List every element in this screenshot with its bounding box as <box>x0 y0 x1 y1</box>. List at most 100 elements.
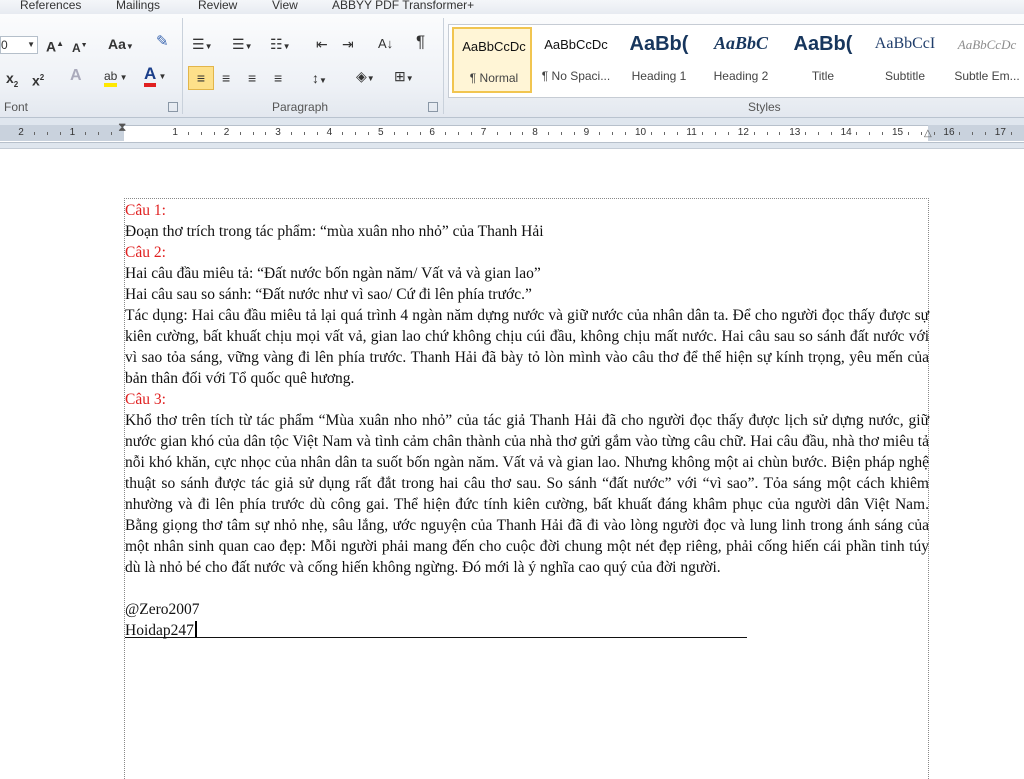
borders-icon[interactable]: ⊞▼ <box>394 68 414 87</box>
ruler-number: 4 <box>326 127 333 138</box>
style-heading-1[interactable]: AaBb( Heading 1 <box>619 27 699 93</box>
ruler-tick <box>766 132 768 135</box>
group-separator <box>182 18 183 114</box>
style-subtle-emphasis[interactable]: AaBbCcDc Subtle Em... <box>947 27 1024 93</box>
ruler-tick <box>406 132 408 135</box>
line-spacing-icon[interactable]: ↕▼ <box>312 70 327 89</box>
style-normal[interactable]: AaBbCcDc ¶ Normal <box>452 27 532 93</box>
font-dialog-launcher-icon[interactable] <box>168 102 178 112</box>
align-center-button[interactable]: ≡ <box>222 70 230 86</box>
ruler-number: 9 <box>583 127 590 138</box>
ruler-tick <box>291 132 293 135</box>
document-body[interactable]: Câu 1: Đoạn thơ trích trong tác phẩm: “m… <box>125 200 929 641</box>
style-heading-2[interactable]: AaBbC Heading 2 <box>701 27 781 93</box>
bullets-icon[interactable]: ☰▼ <box>192 36 212 55</box>
ruler-tick <box>625 132 627 135</box>
ruler-tick <box>303 132 305 135</box>
ruler-tick <box>972 132 974 135</box>
tab-view[interactable]: View <box>272 0 298 12</box>
ruler-tick <box>201 132 203 135</box>
q3-label: Câu 3: <box>125 391 166 408</box>
grow-font-button[interactable]: A▲ <box>46 36 64 55</box>
q3-paragraph: Khổ thơ trên tích từ tác phẩm “Mùa xuân … <box>125 412 929 576</box>
group-separator <box>443 18 444 114</box>
text-cursor <box>194 621 197 638</box>
style-title[interactable]: AaBb( Title <box>783 27 863 93</box>
ruler-tick <box>393 132 395 135</box>
change-case-button[interactable]: Aa▼ <box>108 36 134 55</box>
clear-formatting-icon[interactable]: ✎ <box>156 34 169 50</box>
tab-references[interactable]: References <box>20 0 81 12</box>
tab-abbyy[interactable]: ABBYY PDF Transformer+ <box>332 0 474 12</box>
align-left-button[interactable]: ≡ <box>188 66 214 90</box>
q2-label: Câu 2: <box>125 244 166 261</box>
ruler-tick <box>715 132 717 135</box>
ruler-tick <box>753 132 755 135</box>
style-no-spacing[interactable]: AaBbCcDc ¶ No Spaci... <box>536 27 616 93</box>
ruler-tick <box>882 132 884 135</box>
paragraph-dialog-launcher-icon[interactable] <box>428 102 438 112</box>
ruler-number: 6 <box>429 127 435 138</box>
ruler-margin-right <box>928 125 1024 141</box>
ruler-tick <box>265 132 267 135</box>
justify-button[interactable]: ≡ <box>274 70 282 86</box>
right-indent-marker-icon[interactable]: △ <box>924 128 932 139</box>
ruler-tick <box>573 132 575 135</box>
ruler-number: 10 <box>635 127 647 138</box>
show-formatting-marks-icon[interactable]: ¶ <box>416 33 425 50</box>
subscript-button[interactable]: x2 <box>6 70 18 93</box>
highlight-button[interactable]: ab ▼ <box>104 68 128 87</box>
horizontal-ruler[interactable]: 2 1 1 2 3 4 5 6 7 8 9 10 11 12 13 14 15 16 17 ⧗ △ <box>0 118 1024 149</box>
ruler-tick <box>34 132 36 135</box>
ruler-tick <box>727 132 729 135</box>
styles-gallery: AaBbCcDc ¶ Normal AaBbCcDc ¶ No Spaci...… <box>448 24 1024 98</box>
ruler-tick <box>445 132 447 135</box>
ruler-number: 14 <box>840 127 852 138</box>
ruler-tick <box>458 132 460 135</box>
increase-indent-icon[interactable]: ⇥ <box>342 36 354 52</box>
style-subtitle[interactable]: AaBbCcI Subtitle <box>865 27 945 93</box>
ruler-tick <box>213 132 215 135</box>
ribbon: 0 ▼ A▲ A▼ Aa▼ ✎ x2 x2 A ab ▼ A ▼ Font ☰▼ … <box>0 14 1024 118</box>
ruler-tick <box>188 132 190 135</box>
ruler-tick <box>817 132 819 135</box>
ruler-tick <box>522 132 524 135</box>
ruler-tick <box>779 132 781 135</box>
ruler-number: 13 <box>789 127 801 138</box>
ruler-tick <box>59 132 61 135</box>
superscript-button[interactable]: x2 <box>32 70 44 89</box>
document-page[interactable]: Câu 1: Đoạn thơ trích trong tác phẩm: “m… <box>0 149 1024 779</box>
ruler-tick <box>599 132 601 135</box>
ruler-tick <box>252 132 254 135</box>
indent-marker-icon[interactable]: ⧗ <box>118 120 126 135</box>
ruler-tick <box>470 132 472 135</box>
ruler-tick <box>355 132 357 135</box>
ruler-tick <box>702 132 704 135</box>
ruler-number: 7 <box>480 127 487 138</box>
numbering-icon[interactable]: ☰▼ <box>232 36 252 55</box>
ruler-tick <box>984 132 986 135</box>
q1-label: Câu 1: <box>125 202 166 219</box>
ribbon-tabs: References Mailings Review View ABBYY PD… <box>0 0 1024 14</box>
text-effects-button[interactable]: A <box>70 68 82 84</box>
ruler-number: 12 <box>737 127 749 138</box>
q2-paragraph: Tác dụng: Hai câu đầu miêu tả lại quá tr… <box>125 307 929 387</box>
tab-mailings[interactable]: Mailings <box>116 0 160 12</box>
ruler-tick <box>548 132 550 135</box>
shading-icon[interactable]: ◈▼ <box>356 68 375 87</box>
font-size-box[interactable]: 0 ▼ <box>0 36 38 54</box>
shrink-font-button[interactable]: A▼ <box>72 38 88 56</box>
tab-review[interactable]: Review <box>198 0 237 12</box>
ruler-tick <box>612 132 614 135</box>
font-color-button[interactable]: A ▼ <box>144 64 166 87</box>
chevron-down-icon: ▼ <box>27 40 35 49</box>
sort-icon[interactable]: A↓ <box>378 36 393 52</box>
ruler-tick <box>933 132 935 135</box>
decrease-indent-icon[interactable]: ⇤ <box>316 36 328 52</box>
ruler-tick <box>830 132 832 135</box>
q2-line2: Hai câu sau so sánh: “Đất nước như vì sa… <box>125 286 532 303</box>
ruler-number: 16 <box>943 127 955 138</box>
multilevel-list-icon[interactable]: ☷▼ <box>270 36 290 55</box>
ruler-tick <box>342 132 344 135</box>
align-right-button[interactable]: ≡ <box>248 70 256 86</box>
